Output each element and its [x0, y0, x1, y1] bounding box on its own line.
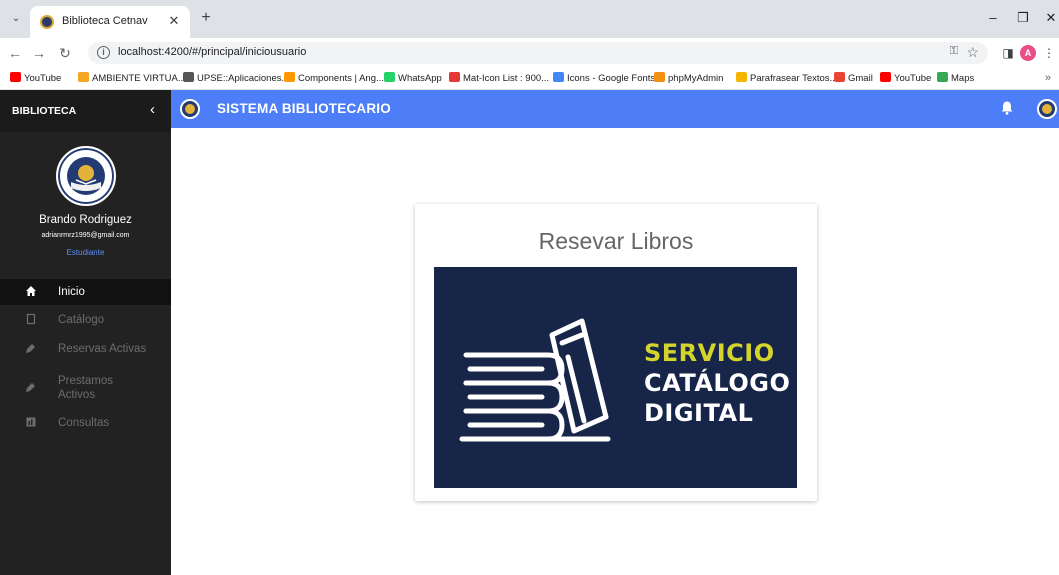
restore-icon[interactable]: ❐	[1012, 10, 1034, 26]
collapse-sidebar-icon[interactable]: ‹	[150, 101, 155, 118]
banner-line-digital: DIGITAL	[644, 399, 754, 427]
favicon-icon	[40, 15, 54, 29]
bookmark-label: Gmail	[848, 73, 873, 84]
bookmark-label: Parafrasear Textos...	[750, 73, 838, 84]
bookmark-label: Icons - Google Fonts	[567, 73, 656, 84]
app-header: SISTEMA BIBLIOTECARIO	[171, 90, 1059, 128]
user-email: adrianrmrz1995@gmail.com	[41, 232, 130, 239]
bookmark-item[interactable]: YouTube	[880, 72, 931, 84]
new-tab-icon[interactable]: +	[196, 9, 216, 27]
tab-search-icon[interactable]: ⌄	[8, 11, 24, 27]
back-icon[interactable]: ←	[6, 44, 24, 62]
bookmark-label: UPSE::Aplicaciones...	[197, 73, 290, 84]
sidebar-header: BIBLIOTECA ‹	[0, 90, 171, 132]
bookmark-item[interactable]: Maps	[937, 72, 974, 84]
books-illustration-icon	[459, 318, 611, 442]
bookmark-favicon-icon	[449, 72, 460, 82]
tab-title: Biblioteca Cetnav	[62, 15, 148, 27]
close-tab-icon[interactable]: ✕	[166, 13, 182, 29]
app-logo-icon	[180, 99, 200, 119]
bookmark-item[interactable]: UPSE::Aplicaciones...	[183, 72, 289, 84]
bookmark-favicon-icon	[834, 72, 845, 82]
sidebar-item-catalogo[interactable]: Catálogo	[0, 307, 171, 333]
bookmark-favicon-icon	[10, 72, 21, 82]
book-icon	[24, 313, 38, 327]
bookmark-icon	[24, 342, 38, 356]
site-info-icon[interactable]: i	[97, 46, 110, 59]
profile-avatar[interactable]: A	[1020, 45, 1036, 61]
bookmark-favicon-icon	[937, 72, 948, 82]
user-role: Estudiante	[66, 248, 105, 257]
browser-tab[interactable]: Biblioteca Cetnav ✕	[30, 6, 190, 38]
url-text[interactable]: localhost:4200/#/principal/iniciousuario	[118, 46, 306, 58]
bookmark-favicon-icon	[284, 72, 295, 82]
bookmark-label: phpMyAdmin	[668, 73, 724, 84]
bookmark-favicon-icon	[78, 72, 89, 82]
bookmark-item[interactable]: Mat-Icon List : 900...	[449, 72, 549, 84]
password-key-icon[interactable]: ⚿	[950, 45, 958, 58]
bookmark-label: Mat-Icon List : 900...	[463, 73, 550, 84]
institution-logo	[56, 146, 116, 206]
bookmarks-bar: » YouTube AMBIENTE VIRTUA... UPSE::Aplicac…	[0, 68, 1059, 90]
bookmark-label: WhatsApp	[398, 73, 442, 84]
banner-line-servicio: SERVICIO	[644, 339, 775, 367]
close-window-icon[interactable]: ✕	[1040, 10, 1059, 26]
bookmark-favicon-icon	[183, 72, 194, 82]
sidebar-item-label: Prestamos Activos	[58, 375, 113, 401]
bookmark-star-icon[interactable]: ☆	[966, 44, 979, 61]
bookmark-item[interactable]: Gmail	[834, 72, 873, 84]
banner-line-catalogo: CATÁLOGO	[644, 369, 791, 397]
minimize-icon[interactable]: –	[982, 10, 1004, 25]
more-bookmarks-icon[interactable]: »	[1045, 72, 1051, 84]
bookmark-label: Components | Ang...	[298, 73, 384, 84]
sidebar-item-inicio[interactable]: Inicio	[0, 279, 171, 305]
sidebar-item-label: Inicio	[58, 286, 85, 298]
bookmark-favicon-icon	[654, 72, 665, 82]
app-title: SISTEMA BIBLIOTECARIO	[217, 101, 391, 116]
chart-icon	[24, 416, 38, 430]
bookmark-favicon-icon	[880, 72, 891, 82]
browser-tab-strip: ⌄ Biblioteca Cetnav ✕ + – ❐ ✕	[0, 0, 1059, 38]
user-name: Brando Rodriguez	[39, 214, 132, 226]
bookmark-item[interactable]: WhatsApp	[384, 72, 442, 84]
reserve-books-card[interactable]: Resevar Libros SERVICIO CATÁLOGO DIGITAL	[415, 204, 817, 501]
forward-icon[interactable]: →	[30, 44, 48, 62]
menu-kebab-icon[interactable]: ⋮	[1041, 45, 1057, 61]
bookmark-label: YouTube	[894, 73, 932, 84]
sidebar-item-label: Catálogo	[58, 314, 105, 326]
reload-icon[interactable]: ↻	[56, 44, 74, 62]
card-title: Resevar Libros	[538, 228, 694, 254]
side-panel-icon[interactable]: ◨	[1000, 45, 1016, 61]
bookmark-item[interactable]: Components | Ang...	[284, 72, 384, 84]
bookmark-favicon-icon	[553, 72, 564, 82]
sidebar-item-label: Reservas Activas	[58, 343, 147, 355]
bookmark-item[interactable]: AMBIENTE VIRTUA...	[78, 72, 186, 84]
bookmark-item[interactable]: YouTube	[10, 72, 61, 84]
sidebar-item-consultas[interactable]: Consultas	[0, 410, 171, 436]
notifications-bell-icon[interactable]	[1001, 101, 1013, 115]
sidebar-item-prestamos-activos[interactable]: Prestamos Activos	[0, 370, 171, 406]
sidebar: BIBLIOTECA ‹ Brando Rodriguez adrianrmrz…	[0, 90, 171, 575]
address-bar[interactable]: i localhost:4200/#/principal/iniciousuar…	[88, 42, 988, 64]
bookmark-icon	[24, 381, 38, 395]
browser-toolbar: ← → ↻ i localhost:4200/#/principal/inici…	[0, 38, 1059, 68]
bookmark-favicon-icon	[384, 72, 395, 82]
bookmark-item[interactable]: Icons - Google Fonts	[553, 72, 655, 84]
bookmark-label: YouTube	[24, 73, 62, 84]
home-icon	[24, 285, 38, 299]
sidebar-item-label: Consultas	[58, 417, 110, 429]
sidebar-brand: BIBLIOTECA	[12, 105, 77, 117]
bookmark-favicon-icon	[736, 72, 747, 82]
sidebar-item-reservas-activas[interactable]: Reservas Activas	[0, 336, 171, 362]
bookmark-label: AMBIENTE VIRTUA...	[92, 73, 186, 84]
bookmark-item[interactable]: phpMyAdmin	[654, 72, 723, 84]
catalog-banner[interactable]: SERVICIO CATÁLOGO DIGITAL	[434, 267, 797, 488]
user-avatar[interactable]	[1037, 99, 1057, 119]
bookmark-label: Maps	[951, 73, 975, 84]
bookmark-item[interactable]: Parafrasear Textos...	[736, 72, 837, 84]
